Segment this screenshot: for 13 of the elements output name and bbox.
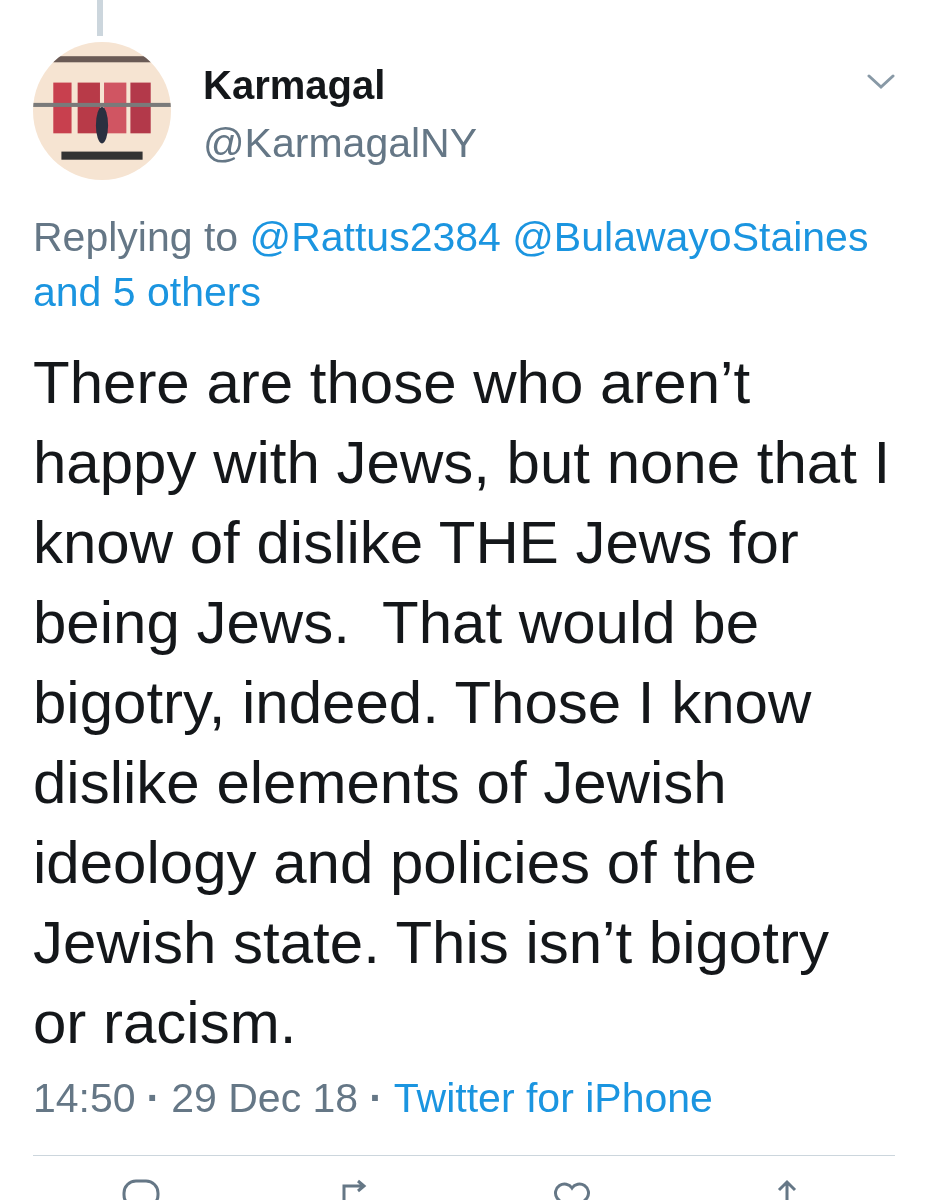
tweet-text: There are those who aren’t happy with Jews, but none that I know of dislike THE Jews for being Jews. That would be bigotry, indeed. Those I know dislike elements of Jewish ideology and policies of the Jewish state. This isn’t bigotry or racism.	[33, 348, 892, 1058]
mention-link[interactable]: @Rattus2384	[249, 214, 501, 260]
tweet-date: 29 Dec 18	[171, 1074, 359, 1123]
author-name[interactable]: Karmagal	[203, 60, 478, 110]
author-handle[interactable]: @KarmagalNY	[203, 118, 478, 168]
replying-to-text: Replying to @Rattus2384 @BulawayoStaines and 5 others	[33, 213, 870, 317]
separator-dot: ·	[146, 1074, 161, 1123]
source-link[interactable]: Twitter for iPhone	[393, 1073, 713, 1123]
chevron-down-icon[interactable]	[867, 74, 895, 90]
others-link[interactable]: and 5 others	[33, 269, 261, 315]
tweet-time: 14:50	[33, 1074, 136, 1123]
mention-link[interactable]: @BulawayoStaines	[512, 214, 869, 260]
separator-dot: ·	[369, 1074, 383, 1123]
